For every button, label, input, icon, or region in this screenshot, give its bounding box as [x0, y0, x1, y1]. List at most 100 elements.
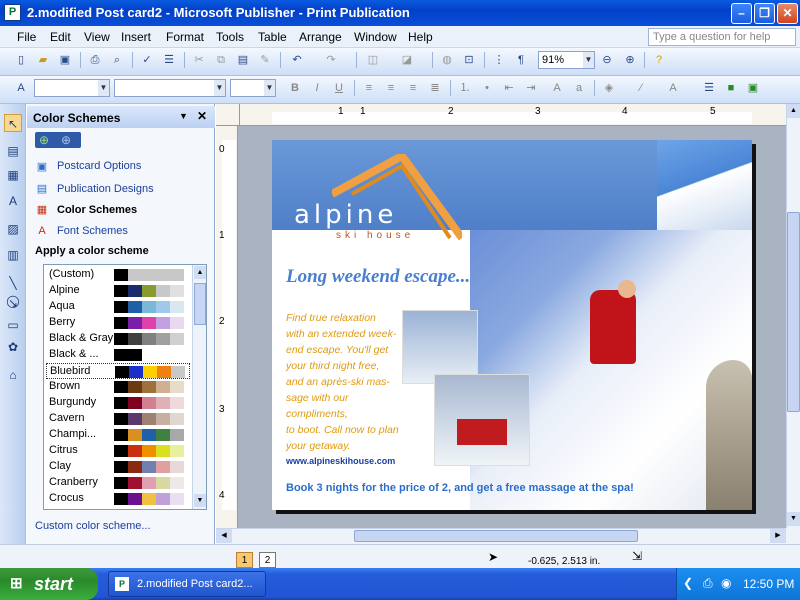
align-left-icon[interactable]: ≡ [360, 79, 378, 97]
menu-view[interactable]: View [84, 30, 110, 44]
help-icon[interactable]: ? [650, 51, 668, 69]
scheme-item[interactable]: Aqua [46, 299, 190, 315]
horizontal-ruler[interactable]: 1 1 2 3 4 5 [240, 104, 786, 126]
decrease-indent-icon[interactable]: ⇤ [500, 79, 518, 97]
printer-tray-icon[interactable]: ⎙ [703, 576, 713, 591]
font-size-up-icon[interactable]: A [548, 79, 566, 97]
copy-icon[interactable]: ⧉ [212, 51, 230, 69]
rectangle-icon[interactable]: ▭ [4, 316, 22, 334]
style-combo[interactable]: ▼ [34, 79, 110, 97]
wordart-icon[interactable]: A [4, 192, 22, 210]
scheme-item[interactable]: (Custom) [46, 267, 190, 283]
custom-color-scheme-link[interactable]: Custom color scheme... [35, 520, 151, 532]
numbering-icon[interactable]: ⒈ [456, 79, 474, 97]
font-size-combo[interactable]: ▼ [230, 79, 276, 97]
scheme-item[interactable]: Cranberry [46, 475, 190, 491]
forward-icon[interactable]: ⊕ [61, 133, 71, 147]
scroll-down-icon[interactable]: ▼ [194, 494, 206, 507]
autoshapes-icon[interactable]: ✿ [4, 338, 22, 356]
chevron-down-icon[interactable]: ▼ [179, 111, 188, 121]
postcard-page[interactable]: alpine ski house Long weekend escape... … [272, 140, 752, 510]
close-icon[interactable]: ✕ [197, 109, 207, 123]
scroll-down-icon[interactable]: ▼ [787, 512, 800, 526]
chevron-down-icon[interactable]: ▼ [264, 80, 275, 96]
page-tab-1[interactable]: 1 [236, 552, 253, 568]
maximize-button[interactable]: ❐ [754, 3, 775, 24]
taskbar-item-publisher[interactable]: P 2.modified Post card2... [108, 571, 266, 597]
sleigh-photo[interactable] [434, 374, 530, 466]
scheme-item[interactable]: Berry [46, 315, 190, 331]
offer-text[interactable]: Book 3 nights for the price of 2, and ge… [286, 482, 634, 494]
redo-icon[interactable]: ↷ [322, 51, 340, 69]
publisher-app-icon[interactable]: P [4, 4, 21, 21]
headline[interactable]: Long weekend escape... [286, 266, 470, 288]
cut-icon[interactable]: ✂ [190, 51, 208, 69]
paste-icon[interactable]: ▤ [234, 51, 252, 69]
postcard-options-link[interactable]: Postcard Options [57, 160, 141, 172]
text-box-icon[interactable]: ▤ [4, 142, 22, 160]
body-text[interactable]: Find true relaxation with an extended we… [286, 310, 406, 454]
line-color-icon[interactable]: ∕ [632, 79, 650, 97]
scheme-item[interactable]: Bluebird [46, 363, 190, 379]
scheme-item[interactable]: Cavern [46, 411, 190, 427]
scroll-thumb[interactable] [354, 530, 638, 542]
ask-question-input[interactable]: Type a question for help [648, 28, 796, 46]
3d-style-icon[interactable]: ▣ [744, 79, 762, 97]
special-characters-icon[interactable]: ¶ [512, 51, 530, 69]
zoom-in-icon[interactable]: ⊕ [621, 51, 639, 69]
chevron-down-icon[interactable]: ▼ [98, 80, 109, 96]
menu-edit[interactable]: Edit [50, 30, 71, 44]
scheme-item[interactable]: Burgundy [46, 395, 190, 411]
oval-tool-icon[interactable]: ◯ [4, 292, 22, 310]
styles-icon[interactable]: A [12, 79, 30, 97]
menu-insert[interactable]: Insert [121, 30, 151, 44]
scroll-thumb[interactable] [194, 283, 206, 325]
scheme-item[interactable]: Black & ... [46, 347, 190, 363]
scheme-item[interactable]: Citrus [46, 443, 190, 459]
menu-help[interactable]: Help [408, 30, 433, 44]
insert-hyperlink-icon[interactable]: ◍ [438, 51, 456, 69]
menu-format[interactable]: Format [166, 30, 204, 44]
clock[interactable]: 12:50 PM [743, 577, 794, 591]
scheme-item[interactable]: Clay [46, 459, 190, 475]
close-button[interactable]: ✕ [777, 3, 798, 24]
font-color-icon[interactable]: A [664, 79, 682, 97]
format-painter-icon[interactable]: ✎ [256, 51, 274, 69]
scroll-up-icon[interactable]: ▲ [787, 104, 800, 118]
zoom-out-icon[interactable]: ⊖ [598, 51, 616, 69]
chevron-down-icon[interactable]: ▼ [583, 52, 594, 68]
scheme-item[interactable]: Brown [46, 379, 190, 395]
picture-frame-icon[interactable]: ▨ [4, 220, 22, 238]
menu-table[interactable]: Table [258, 30, 287, 44]
menu-tools[interactable]: Tools [216, 30, 244, 44]
open-icon[interactable]: ▰ [34, 51, 52, 69]
insert-table-icon[interactable]: ▦ [4, 166, 22, 184]
mountain-photo[interactable] [657, 140, 752, 230]
line-icon[interactable]: ╲ [4, 274, 22, 292]
vertical-scrollbar[interactable]: ▲ ▼ [786, 104, 800, 528]
horizontal-scrollbar[interactable]: ◀ ▶ [216, 528, 786, 544]
print-preview-zoom-icon[interactable]: ⊡ [460, 51, 478, 69]
couple-photo[interactable] [402, 310, 478, 384]
color-schemes-link[interactable]: Color Schemes [57, 204, 137, 216]
scroll-left-icon[interactable]: ◀ [216, 529, 232, 543]
scroll-up-icon[interactable]: ▲ [194, 266, 206, 279]
bullets-icon[interactable]: • [478, 79, 496, 97]
menu-file[interactable]: File [17, 30, 36, 44]
scheme-item[interactable]: Black & Gray [46, 331, 190, 347]
scheme-item[interactable]: Champi... [46, 427, 190, 443]
underline-icon[interactable]: U [330, 79, 348, 97]
skier-photo[interactable] [470, 230, 752, 510]
menu-window[interactable]: Window [354, 30, 397, 44]
minimize-button[interactable]: – [731, 3, 752, 24]
line-style-icon[interactable]: ☰ [700, 79, 718, 97]
bring-to-front-icon[interactable]: ◫ [364, 51, 382, 69]
font-schemes-link[interactable]: Font Schemes [57, 225, 128, 237]
increase-indent-icon[interactable]: ⇥ [522, 79, 540, 97]
fill-color-icon[interactable]: ◈ [600, 79, 618, 97]
align-right-icon[interactable]: ≡ [404, 79, 422, 97]
align-center-icon[interactable]: ≡ [382, 79, 400, 97]
shadow-style-icon[interactable]: ■ [722, 79, 740, 97]
save-icon[interactable]: ▣ [56, 51, 74, 69]
columns-icon[interactable]: ⋮ [490, 51, 508, 69]
